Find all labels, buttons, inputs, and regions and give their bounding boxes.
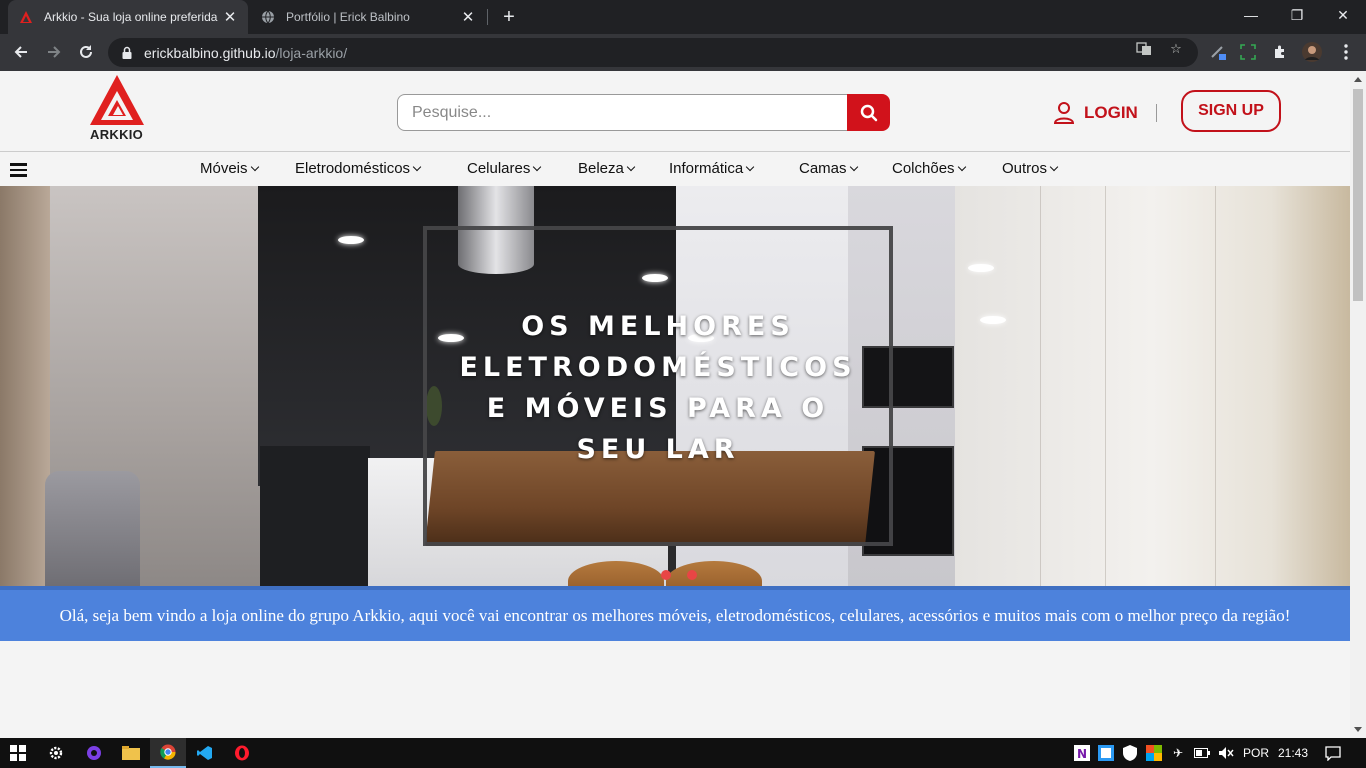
security-shield-icon[interactable]	[1121, 745, 1139, 761]
carousel-dot-1[interactable]	[661, 570, 671, 580]
nav-item-beleza[interactable]: Beleza	[578, 160, 636, 177]
web-page: ARKKIO LOGIN SIGN UP Móveis Eletrodomést…	[0, 71, 1350, 738]
airplane-icon[interactable]: ✈	[1169, 745, 1187, 761]
chevron-down-icon	[533, 162, 542, 171]
nav-item-outros[interactable]: Outros	[1002, 160, 1059, 177]
chevron-down-icon	[250, 162, 259, 171]
chevron-down-icon	[849, 162, 858, 171]
chevron-down-icon	[1049, 162, 1059, 171]
address-bar[interactable]: erickbalbino.github.io/loja-arkkio/	[108, 38, 1198, 67]
header-separator	[1156, 104, 1157, 122]
extension-pen-icon[interactable]	[1208, 42, 1228, 62]
extensions-puzzle-icon[interactable]	[1270, 42, 1290, 62]
globe-icon	[260, 9, 276, 25]
page-scrollbar[interactable]	[1350, 71, 1366, 738]
login-link[interactable]: LOGIN	[1054, 99, 1138, 127]
nav-item-moveis[interactable]: Móveis	[200, 160, 259, 177]
nav-item-colchoes[interactable]: Colchões	[892, 160, 966, 177]
scrollbar-thumb[interactable]	[1353, 89, 1363, 301]
clock[interactable]: 21:43	[1276, 745, 1310, 761]
browser-menu-icon[interactable]	[1336, 42, 1356, 62]
nav-item-celulares[interactable]: Celulares	[467, 160, 542, 177]
opera-icon[interactable]	[224, 738, 260, 768]
tab-portfolio[interactable]: Portfólio | Erick Balbino ✕	[250, 0, 486, 34]
search-button[interactable]	[847, 94, 890, 131]
windows-start-icon[interactable]	[0, 738, 36, 768]
windows-taskbar: N ✈ POR 21:43	[0, 738, 1366, 768]
restore-button[interactable]: ❐	[1274, 0, 1320, 30]
search-input[interactable]	[397, 94, 849, 131]
hero-carousel[interactable]: OS MELHORES ELETRODOMÉSTICOS E MÓVEIS PA…	[0, 186, 1350, 586]
hamburger-menu-icon[interactable]	[10, 163, 27, 177]
url-path: /loja-arkkio/	[275, 44, 348, 61]
chevron-down-icon	[745, 162, 755, 171]
tray-app-icon[interactable]	[1097, 745, 1115, 761]
notifications-icon[interactable]	[1322, 745, 1344, 761]
hero-line-3: E MÓVEIS PARA O	[486, 393, 830, 424]
chevron-down-icon	[957, 162, 966, 171]
hero-line-1: OS MELHORES	[521, 311, 795, 342]
chevron-down-icon	[412, 162, 422, 171]
welcome-banner: Olá, seja bem vindo a loja online do gru…	[0, 586, 1350, 641]
hero-headline: OS MELHORES ELETRODOMÉSTICOS E MÓVEIS PA…	[423, 306, 893, 470]
onenote-icon[interactable]: N	[1073, 745, 1091, 761]
scroll-up-arrow-icon[interactable]	[1354, 77, 1362, 82]
search-icon	[860, 104, 877, 121]
category-nav: Móveis Eletrodomésticos Celulares Beleza…	[0, 151, 1350, 186]
language-indicator[interactable]: POR	[1241, 745, 1271, 761]
settings-gear-icon[interactable]	[38, 738, 74, 768]
tab-divider	[487, 9, 488, 25]
reload-icon[interactable]	[74, 40, 98, 64]
tab-title: Portfólio | Erick Balbino	[286, 10, 410, 24]
tab-title: Arkkio - Sua loja online preferida	[44, 10, 218, 24]
chrome-taskbar-icon[interactable]	[150, 738, 186, 768]
hero-line-4: SEU LAR	[576, 434, 740, 465]
file-explorer-icon[interactable]	[113, 738, 149, 768]
carousel-dot-2[interactable]	[687, 570, 697, 580]
logo-text: ARKKIO	[90, 127, 144, 142]
search-bar	[397, 94, 890, 131]
window-close-button[interactable]: ✕	[1320, 0, 1366, 30]
forward-arrow-icon[interactable]	[42, 40, 66, 64]
hero-line-2: ELETRODOMÉSTICOS	[459, 352, 857, 383]
browser-toolbar: erickbalbino.github.io/loja-arkkio/ ☆	[0, 34, 1366, 71]
url-host: erickbalbino.github.io	[144, 44, 276, 61]
nav-item-informatica[interactable]: Informática	[669, 160, 755, 177]
close-tab-icon[interactable]: ✕	[222, 9, 238, 26]
lock-icon	[122, 46, 132, 59]
welcome-text: Olá, seja bem vindo a loja online do gru…	[59, 605, 1291, 625]
battery-icon[interactable]	[1193, 745, 1211, 761]
back-arrow-icon[interactable]	[9, 40, 33, 64]
login-label: LOGIN	[1084, 103, 1138, 122]
carousel-indicators	[661, 570, 697, 580]
nav-item-camas[interactable]: Camas	[799, 160, 858, 177]
close-tab-icon[interactable]: ✕	[460, 9, 476, 26]
volume-muted-icon[interactable]	[1217, 745, 1235, 761]
minimize-button[interactable]: —	[1228, 0, 1274, 30]
profile-avatar[interactable]	[1302, 42, 1322, 62]
translate-icon[interactable]	[1135, 41, 1153, 57]
extension-screenshot-icon[interactable]	[1238, 42, 1258, 62]
new-tab-button[interactable]: +	[498, 7, 520, 27]
nav-item-eletrodomesticos[interactable]: Eletrodomésticos	[295, 160, 422, 177]
arkkio-favicon-icon	[18, 9, 34, 25]
color-tray-icon[interactable]	[1145, 745, 1163, 761]
chevron-down-icon	[626, 162, 636, 171]
bookmark-star-icon[interactable]: ☆	[1167, 41, 1185, 57]
svg-text:N: N	[1077, 747, 1087, 761]
browser-tab-strip: Arkkio - Sua loja online preferida ✕ Por…	[0, 0, 1366, 34]
vscode-icon[interactable]	[187, 738, 223, 768]
tab-arkkio[interactable]: Arkkio - Sua loja online preferida ✕	[8, 0, 248, 34]
user-icon	[1054, 102, 1074, 124]
app-purple-icon[interactable]	[76, 738, 112, 768]
scroll-down-arrow-icon[interactable]	[1354, 727, 1362, 732]
signup-button[interactable]: SIGN UP	[1181, 90, 1281, 132]
